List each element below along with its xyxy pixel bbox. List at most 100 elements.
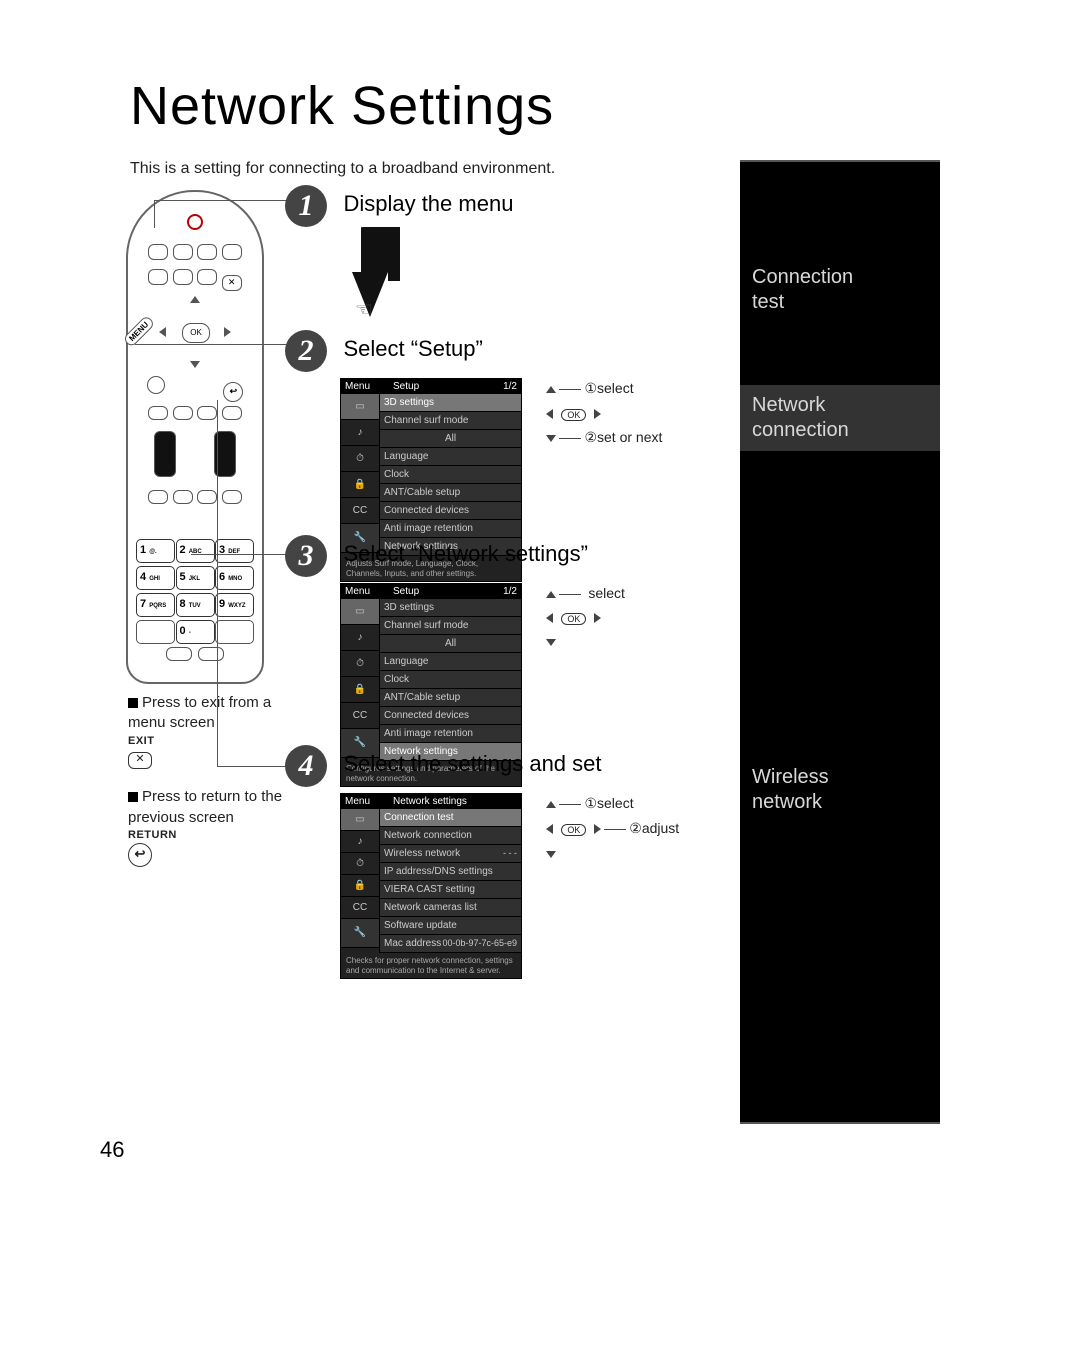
menu-item[interactable]: 3D settings (380, 599, 521, 617)
remote-button[interactable] (197, 406, 217, 420)
menu-item[interactable]: Language (380, 653, 521, 671)
exit-button[interactable]: ✕ (222, 275, 242, 291)
keypad-key[interactable]: 7 PQRS (136, 593, 175, 617)
keypad-key[interactable]: 5 JKL (176, 566, 215, 590)
panel-annotation: ①select OK ②adjust (546, 793, 679, 863)
ok-button-icon: OK (561, 824, 586, 836)
rocker-button[interactable] (154, 431, 176, 477)
menu-item[interactable]: 3D settings (380, 394, 521, 412)
remote-button[interactable] (222, 490, 242, 504)
arrow-up-icon (546, 386, 556, 393)
circled-one-icon: ① (584, 380, 597, 396)
keypad-key[interactable]: 3 DEF (215, 539, 254, 563)
menu-item[interactable]: ANT/Cable setup (380, 689, 521, 707)
menu-category-icon[interactable]: ⏱ (341, 446, 379, 472)
menu-category-icon[interactable]: ♪ (341, 420, 379, 446)
menu-category-icon[interactable]: 🔒 (341, 677, 379, 703)
menu-item[interactable]: Channel surf mode (380, 412, 521, 430)
menu-category-icon[interactable]: ▭ (341, 394, 379, 420)
remote-button[interactable] (173, 406, 193, 420)
remote-button[interactable] (197, 269, 217, 285)
menu-category-icon[interactable]: 🔧 (341, 919, 379, 948)
keypad-key[interactable] (215, 620, 254, 644)
menu-category-icon[interactable]: CC (341, 703, 379, 729)
keypad-key[interactable]: 0 - (176, 620, 215, 644)
keypad-key[interactable]: 9 WXYZ (215, 593, 254, 617)
remote-button[interactable] (148, 406, 168, 420)
menu-category-icon[interactable]: ▭ (341, 599, 379, 625)
arrow-down-icon[interactable] (190, 361, 200, 368)
remote-button[interactable] (148, 269, 168, 285)
keypad-key[interactable]: 8 TUV (176, 593, 215, 617)
sidebar-item-connection-test: Connection test (740, 257, 865, 323)
menu-item[interactable]: Channel surf mode (380, 617, 521, 635)
menu-item[interactable]: Clock (380, 671, 521, 689)
keypad-key[interactable]: 6 MNO (215, 566, 254, 590)
menu-item[interactable]: Network cameras list (380, 899, 521, 917)
menu-item[interactable]: Connected devices (380, 707, 521, 725)
menu-item[interactable]: Language (380, 448, 521, 466)
menu-category-icon[interactable]: ♪ (341, 831, 379, 853)
menu-item[interactable]: All (380, 635, 521, 653)
arrow-up-icon (546, 591, 556, 598)
bullet-icon (128, 698, 138, 708)
step-badge: 4 (285, 745, 327, 787)
menu-item[interactable]: Software update (380, 917, 521, 935)
menu-item[interactable]: All (380, 430, 521, 448)
keypad-key[interactable]: 1 @. (136, 539, 175, 563)
remote-button[interactable] (147, 376, 165, 394)
arrow-right-icon (594, 409, 601, 419)
circled-two-icon: ② (629, 820, 642, 836)
remote-button[interactable] (166, 647, 192, 661)
panel-annotation: ①select OK ②set or next (546, 378, 662, 448)
arrow-up-icon[interactable] (190, 296, 200, 303)
page-number: 46 (100, 1137, 124, 1163)
remote-button[interactable] (173, 244, 193, 260)
menu-category-icon[interactable]: ▭ (341, 809, 379, 831)
menu-item[interactable]: Network connectionWireless (WiFi) (380, 827, 521, 845)
keypad-key[interactable] (136, 620, 175, 644)
menu-item[interactable]: Connection test (380, 809, 521, 827)
annot-set-or-next: set or next (597, 429, 662, 445)
remote-button[interactable] (148, 490, 168, 504)
step-title: Select the settings and set (343, 745, 601, 777)
return-button[interactable]: ↩ (223, 382, 243, 402)
remote-button[interactable] (197, 490, 217, 504)
remote-button[interactable] (198, 647, 224, 661)
leader-line (154, 200, 155, 228)
remote-button[interactable] (222, 244, 242, 260)
menu-item[interactable]: IP address/DNS settings (380, 863, 521, 881)
ok-button[interactable]: OK (182, 323, 210, 343)
menu-category-icon[interactable]: 🔒 (341, 472, 379, 498)
remote-button[interactable] (148, 244, 168, 260)
remote-button[interactable] (222, 406, 242, 420)
menu-item[interactable]: VIERA CAST setting (380, 881, 521, 899)
menu-item[interactable]: ANT/Cable setup (380, 484, 521, 502)
menu-category-icon[interactable]: CC (341, 498, 379, 524)
arrow-left-icon[interactable] (159, 327, 166, 337)
remote-button[interactable] (173, 269, 193, 285)
menu-category-icon[interactable]: ⏱ (341, 651, 379, 677)
menu-item[interactable]: Connected devices (380, 502, 521, 520)
exit-label: EXIT (128, 734, 288, 749)
circled-one-icon: ① (584, 795, 597, 811)
arrow-right-icon[interactable] (224, 327, 231, 337)
arrow-right-icon (594, 613, 601, 623)
dpad[interactable]: OK (159, 296, 231, 368)
keypad-key[interactable]: 2 ABC (176, 539, 215, 563)
keypad-key[interactable]: 4 GHI (136, 566, 175, 590)
leader-line (154, 200, 304, 201)
menu-item[interactable]: Wireless network- - - (380, 845, 521, 863)
menu-category-icon[interactable]: CC (341, 897, 379, 919)
menu-category-icon[interactable]: 🔒 (341, 875, 379, 897)
menu-category-icon[interactable]: ♪ (341, 625, 379, 651)
arrow-left-icon (546, 409, 553, 419)
step-1: 1 Display the menu ☜ (285, 185, 513, 337)
menu-category-icon[interactable]: ⏱ (341, 853, 379, 875)
remote-button[interactable] (197, 244, 217, 260)
remote-button[interactable] (173, 490, 193, 504)
menu-item[interactable]: Anti image retention (380, 725, 521, 743)
menu-item[interactable]: Clock (380, 466, 521, 484)
power-icon[interactable] (187, 214, 203, 230)
menu-item[interactable]: Mac address00-0b-97-7c-65-e9 (380, 935, 521, 953)
